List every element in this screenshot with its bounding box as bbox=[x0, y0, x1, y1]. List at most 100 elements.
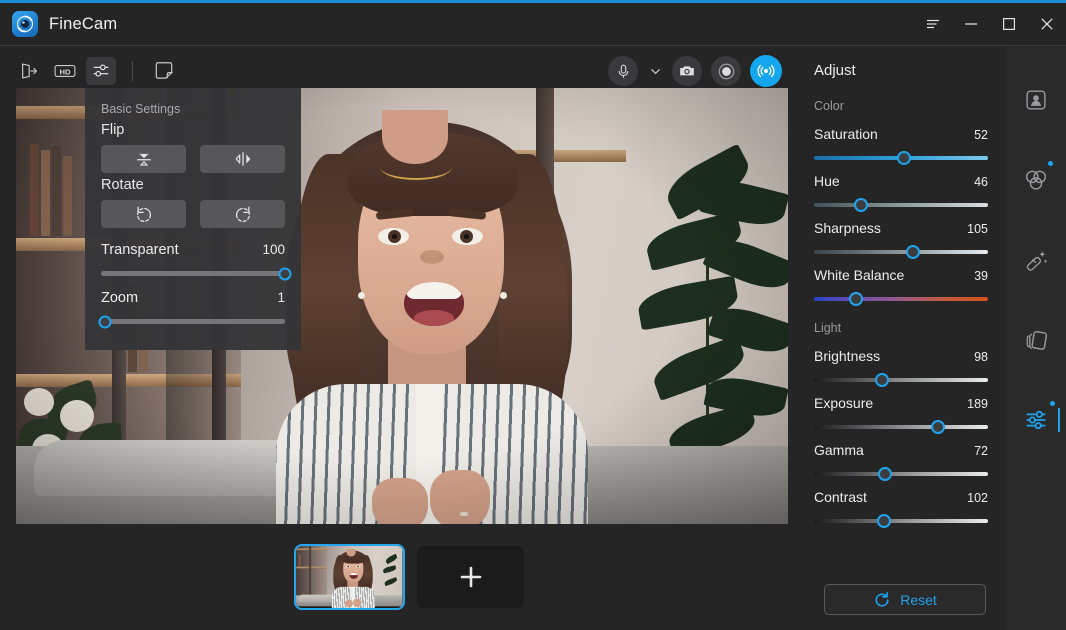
layers-cards-icon bbox=[1026, 330, 1047, 350]
saturation-slider-thumb[interactable] bbox=[897, 151, 912, 165]
exit-door-icon[interactable] bbox=[14, 57, 44, 85]
svg-text:HD: HD bbox=[60, 67, 71, 76]
source-thumbnail-strip bbox=[294, 544, 524, 610]
contrast-slider-block: Contrast 102 bbox=[814, 489, 988, 528]
transparent-value: 100 bbox=[262, 242, 285, 257]
exposure-slider-thumb[interactable] bbox=[930, 420, 945, 434]
rail-item-portrait[interactable] bbox=[1006, 69, 1066, 131]
camera-icon[interactable] bbox=[672, 56, 702, 86]
exposure-label: Exposure bbox=[814, 395, 874, 411]
basic-settings-title: Basic Settings bbox=[101, 102, 181, 116]
reset-button-label: Reset bbox=[900, 591, 937, 608]
sharpness-slider-block: Sharpness 105 bbox=[814, 220, 988, 259]
contrast-label: Contrast bbox=[814, 489, 867, 505]
gamma-slider[interactable] bbox=[814, 467, 988, 481]
rail-item-adjust[interactable] bbox=[1006, 389, 1066, 451]
hd-icon[interactable]: HD bbox=[50, 57, 80, 85]
white-balance-slider-thumb[interactable] bbox=[848, 292, 863, 306]
contrast-value: 102 bbox=[967, 491, 988, 505]
add-source-button[interactable] bbox=[417, 546, 524, 608]
brightness-slider[interactable] bbox=[814, 373, 988, 387]
zoom-label: Zoom bbox=[101, 290, 139, 306]
window-controls bbox=[914, 3, 1066, 46]
zoom-slider-thumb[interactable] bbox=[98, 315, 112, 328]
brightness-label: Brightness bbox=[814, 348, 881, 364]
sliders-icon bbox=[1026, 410, 1046, 430]
rotate-right-button[interactable] bbox=[200, 200, 285, 228]
hue-slider-block: Hue 46 bbox=[814, 173, 988, 212]
white-balance-slider[interactable] bbox=[814, 292, 988, 306]
white-balance-value: 39 bbox=[974, 269, 988, 283]
broadcast-signal-icon[interactable] bbox=[750, 55, 782, 87]
saturation-value: 52 bbox=[974, 128, 988, 142]
brightness-slider-thumb[interactable] bbox=[874, 373, 889, 387]
flip-label: Flip bbox=[101, 122, 125, 138]
reset-button[interactable]: Reset bbox=[824, 584, 986, 615]
contrast-slider[interactable] bbox=[814, 514, 988, 528]
hue-slider[interactable] bbox=[814, 198, 988, 212]
sharpness-value: 105 bbox=[967, 222, 988, 236]
exposure-slider-block: Exposure 189 bbox=[814, 395, 988, 434]
contrast-slider-thumb[interactable] bbox=[876, 514, 891, 528]
saturation-slider[interactable] bbox=[814, 151, 988, 165]
adjust-active-indicator bbox=[1058, 408, 1060, 432]
maximize-icon[interactable] bbox=[990, 3, 1028, 46]
portrait-frame-icon bbox=[1026, 90, 1046, 110]
finecam-aperture-logo-icon bbox=[12, 11, 38, 37]
transparent-slider-row: Transparent 100 bbox=[101, 242, 285, 258]
sharpness-slider-thumb[interactable] bbox=[906, 245, 921, 259]
exposure-value: 189 bbox=[967, 397, 988, 411]
minimize-icon[interactable] bbox=[952, 3, 990, 46]
gamma-value: 72 bbox=[974, 444, 988, 458]
white-balance-label: White Balance bbox=[814, 267, 905, 283]
magic-wand-icon bbox=[1026, 250, 1048, 271]
gamma-slider-block: Gamma 72 bbox=[814, 442, 988, 481]
rotate-left-button[interactable] bbox=[101, 200, 186, 228]
sharpness-label: Sharpness bbox=[814, 220, 881, 236]
transparent-slider[interactable] bbox=[101, 267, 292, 280]
adjust-panel-title: Adjust bbox=[814, 62, 856, 79]
sticker-eraser-icon[interactable] bbox=[149, 57, 179, 85]
rail-item-beautify[interactable] bbox=[1006, 229, 1066, 291]
hue-value: 46 bbox=[974, 175, 988, 189]
gamma-label: Gamma bbox=[814, 442, 864, 458]
app-title: FineCam bbox=[49, 14, 118, 33]
gamma-slider-thumb[interactable] bbox=[878, 467, 893, 481]
sharpness-slider[interactable] bbox=[814, 245, 988, 259]
flip-vertical-button[interactable] bbox=[101, 145, 186, 173]
source-thumbnail-1[interactable] bbox=[294, 544, 405, 610]
transparent-label: Transparent bbox=[101, 242, 179, 258]
record-circle-icon[interactable] bbox=[711, 56, 741, 86]
zoom-slider[interactable] bbox=[98, 315, 285, 328]
brightness-value: 98 bbox=[974, 350, 988, 364]
chevron-down-icon[interactable] bbox=[647, 56, 663, 86]
filters-badge-dot bbox=[1048, 161, 1053, 166]
right-rail bbox=[1006, 47, 1066, 630]
refresh-circle-icon bbox=[875, 591, 889, 607]
white-balance-slider-block: White Balance 39 bbox=[814, 267, 988, 306]
basic-settings-sliders-icon[interactable] bbox=[86, 57, 116, 85]
adjust-badge-dot bbox=[1050, 401, 1055, 406]
brightness-slider-block: Brightness 98 bbox=[814, 348, 988, 387]
zoom-slider-row: Zoom 1 bbox=[101, 290, 285, 306]
hue-label: Hue bbox=[814, 173, 840, 189]
rail-item-filters[interactable] bbox=[1006, 149, 1066, 211]
rotate-counterclockwise-icon bbox=[136, 206, 151, 222]
transparent-slider-thumb[interactable] bbox=[278, 267, 292, 280]
rail-item-layers[interactable] bbox=[1006, 309, 1066, 371]
saturation-label: Saturation bbox=[814, 126, 878, 142]
toolbar-divider bbox=[132, 61, 133, 81]
close-icon[interactable] bbox=[1028, 3, 1066, 46]
flip-horizontal-button[interactable] bbox=[200, 145, 285, 173]
exposure-slider[interactable] bbox=[814, 420, 988, 434]
color-circles-icon bbox=[1026, 170, 1046, 190]
hamburger-menu-icon[interactable] bbox=[914, 3, 952, 46]
color-group-title: Color bbox=[814, 99, 844, 113]
saturation-slider-block: Saturation 52 bbox=[814, 126, 988, 165]
zoom-value: 1 bbox=[277, 290, 285, 305]
finecam-window: FineCam HD Basic Settings Flip Rotate Tr… bbox=[0, 0, 1066, 630]
microphone-icon[interactable] bbox=[608, 56, 638, 86]
flip-button-row bbox=[101, 145, 285, 173]
hue-slider-thumb[interactable] bbox=[853, 198, 868, 212]
toolbar-left-group: HD bbox=[14, 57, 179, 85]
